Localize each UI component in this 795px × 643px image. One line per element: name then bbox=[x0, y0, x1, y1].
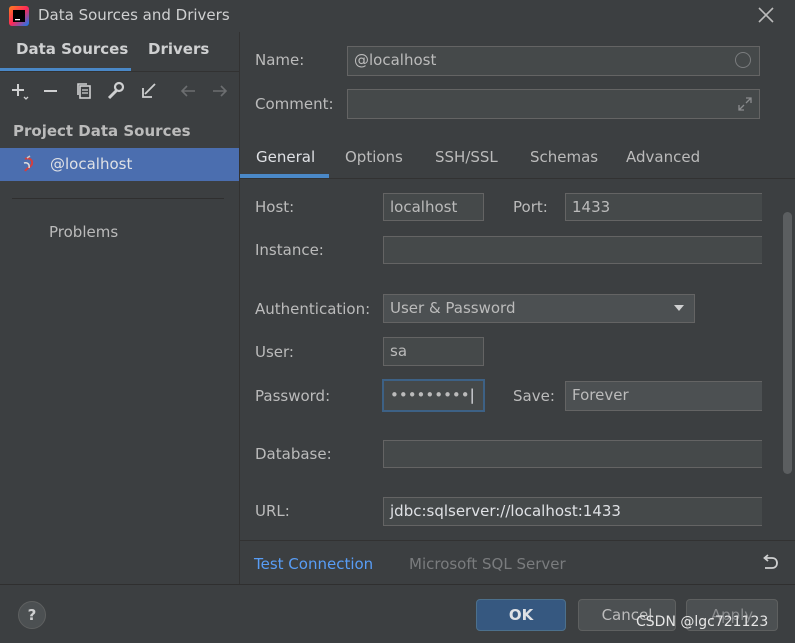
comment-field[interactable] bbox=[347, 89, 760, 119]
chevron-down-icon bbox=[674, 305, 684, 311]
save-label: Save: bbox=[513, 387, 555, 405]
tab-drivers[interactable]: Drivers bbox=[148, 40, 209, 58]
color-picker-icon[interactable] bbox=[735, 52, 751, 68]
data-source-label: @localhost bbox=[50, 155, 133, 173]
ok-button[interactable]: OK bbox=[476, 599, 566, 631]
user-label: User: bbox=[255, 343, 294, 361]
save-select[interactable]: Forever bbox=[565, 381, 762, 411]
arrow-left-icon[interactable] bbox=[178, 81, 198, 101]
data-sources-panel: Data Sources Drivers Project Data Source… bbox=[0, 32, 240, 584]
close-icon[interactable] bbox=[756, 5, 776, 25]
watermark: CSDN @lgc721123 bbox=[636, 614, 769, 630]
password-label: Password: bbox=[255, 387, 331, 405]
divider bbox=[240, 178, 795, 179]
host-field[interactable]: localhost bbox=[383, 193, 484, 221]
instance-field[interactable] bbox=[383, 236, 762, 264]
sql-server-icon bbox=[23, 155, 34, 172]
intellij-idea-icon bbox=[9, 6, 29, 26]
port-field[interactable]: 1433 bbox=[565, 193, 762, 221]
revert-icon[interactable] bbox=[760, 553, 780, 573]
password-field[interactable]: •••••••••| bbox=[382, 379, 485, 412]
name-value: @localhost bbox=[354, 51, 437, 69]
tab-advanced[interactable]: Advanced bbox=[626, 148, 700, 166]
problems-item[interactable]: Problems bbox=[49, 223, 118, 241]
tab-general[interactable]: General bbox=[256, 148, 315, 166]
driver-label[interactable]: Microsoft SQL Server bbox=[409, 555, 566, 573]
data-source-item-localhost[interactable]: @localhost bbox=[0, 148, 239, 181]
name-field[interactable]: @localhost bbox=[347, 46, 760, 76]
authentication-label: Authentication: bbox=[255, 300, 371, 318]
tab-schemas[interactable]: Schemas bbox=[530, 148, 598, 166]
host-value: localhost bbox=[390, 198, 458, 216]
tab-options[interactable]: Options bbox=[345, 148, 403, 166]
tab-ssh-ssl[interactable]: SSH/SSL bbox=[435, 148, 498, 166]
database-label: Database: bbox=[255, 445, 332, 463]
window-title: Data Sources and Drivers bbox=[38, 6, 230, 24]
url-field[interactable]: jdbc:sqlserver://localhost:1433 bbox=[383, 497, 762, 526]
database-field[interactable] bbox=[383, 440, 762, 468]
user-value: sa bbox=[390, 342, 408, 360]
comment-label: Comment: bbox=[255, 95, 334, 113]
wrench-icon[interactable] bbox=[106, 81, 126, 101]
url-value: jdbc:sqlserver://localhost:1433 bbox=[390, 502, 621, 520]
save-value: Forever bbox=[572, 386, 629, 404]
arrow-right-icon[interactable] bbox=[210, 81, 230, 101]
authentication-select[interactable]: User & Password bbox=[383, 294, 695, 323]
remove-icon[interactable] bbox=[41, 81, 61, 101]
host-label: Host: bbox=[255, 198, 295, 216]
port-label: Port: bbox=[513, 198, 548, 216]
url-label: URL: bbox=[255, 502, 290, 520]
import-icon[interactable] bbox=[139, 81, 159, 101]
instance-label: Instance: bbox=[255, 241, 324, 259]
authentication-value: User & Password bbox=[390, 299, 516, 317]
expand-icon[interactable] bbox=[737, 96, 753, 112]
help-button[interactable]: ? bbox=[18, 601, 46, 629]
password-value: ••••••••• bbox=[390, 386, 470, 404]
duplicate-icon[interactable] bbox=[74, 81, 94, 101]
divider bbox=[12, 198, 224, 199]
test-connection-link[interactable]: Test Connection bbox=[254, 555, 373, 573]
divider bbox=[0, 71, 239, 72]
tab-data-sources[interactable]: Data Sources bbox=[16, 40, 128, 58]
add-icon[interactable] bbox=[10, 81, 30, 101]
scrollbar[interactable] bbox=[783, 212, 792, 474]
user-field[interactable]: sa bbox=[383, 337, 484, 366]
port-value: 1433 bbox=[572, 198, 611, 216]
name-label: Name: bbox=[255, 51, 305, 69]
section-title: Project Data Sources bbox=[13, 122, 191, 140]
